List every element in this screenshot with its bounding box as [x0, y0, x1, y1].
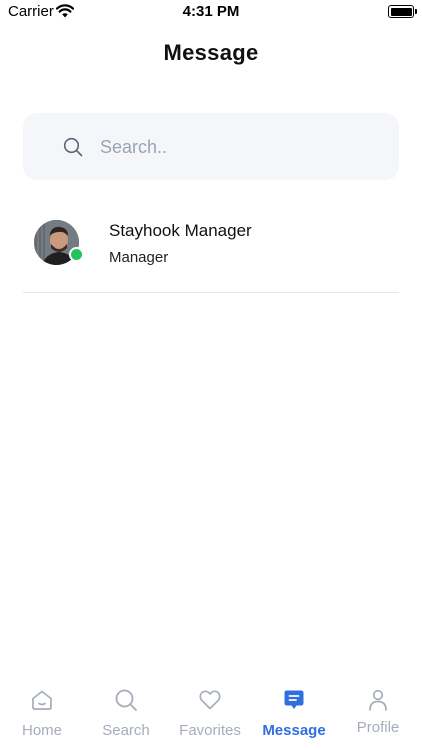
contact-role: Manager [109, 249, 169, 266]
tab-message[interactable]: Message [252, 680, 336, 750]
search-icon [63, 137, 83, 157]
home-icon [32, 690, 52, 710]
tab-label: Search [102, 722, 150, 739]
heart-icon [199, 690, 221, 710]
tab-label: Profile [356, 719, 400, 736]
contact-name: Stayhook Manager [109, 221, 252, 240]
tab-label: Favorites [179, 722, 241, 739]
clock: 4:31 PM [182, 3, 240, 20]
tab-favorites[interactable]: Favorites [168, 680, 252, 750]
status-bar: Carrier 4:31 PM [0, 0, 422, 26]
tab-profile[interactable]: Profile [336, 680, 420, 750]
message-icon [284, 690, 304, 709]
tab-home[interactable]: Home [0, 680, 84, 750]
search-bar[interactable] [23, 113, 399, 180]
tab-label: Home [21, 722, 62, 739]
search-icon [115, 689, 137, 711]
conversation-item[interactable]: Stayhook Manager Manager [23, 208, 399, 293]
page-title: Message [163, 40, 259, 65]
battery-icon [388, 5, 417, 18]
tab-search[interactable]: Search [84, 680, 168, 750]
search-input[interactable] [100, 134, 380, 160]
online-status-indicator [69, 247, 84, 262]
bottom-tab-bar: Home Search Favorites Message Profile [0, 680, 422, 750]
tab-label: Message [262, 722, 326, 739]
person-icon [369, 689, 387, 711]
